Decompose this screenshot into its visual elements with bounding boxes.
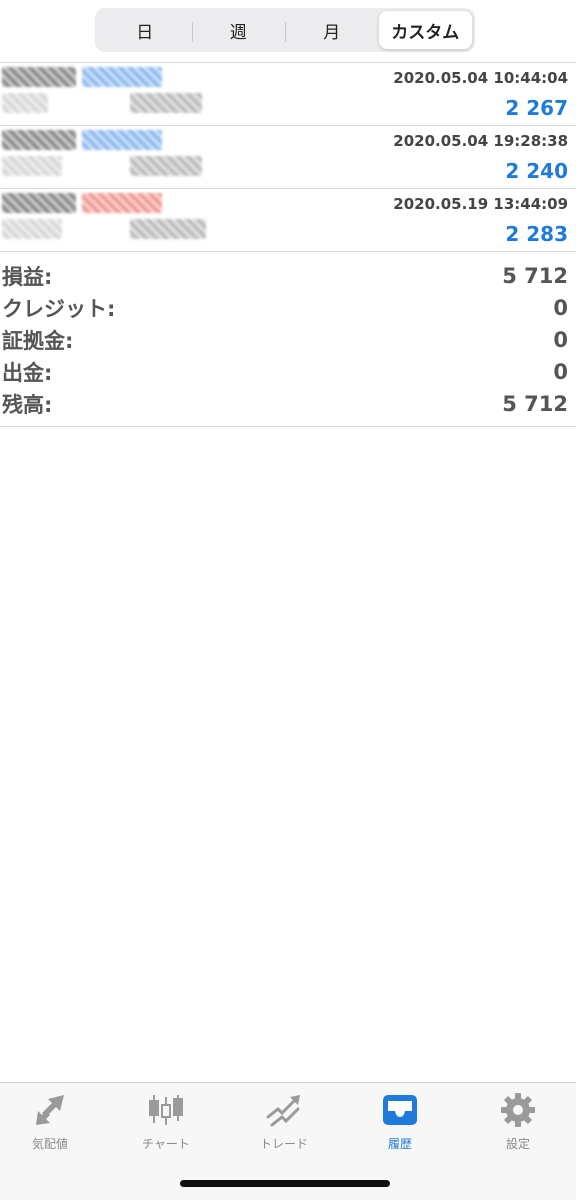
profit-value: 5 712 [502, 264, 568, 288]
redacted-deal-type [82, 67, 162, 87]
tab-chart[interactable]: チャート [118, 1091, 214, 1153]
tab-history[interactable]: 履歴 [352, 1091, 448, 1153]
tab-trade[interactable]: トレード [236, 1091, 332, 1153]
summary-row-profit: 損益: 5 712 [2, 260, 568, 292]
redacted-details [130, 219, 206, 239]
account-summary: 損益: 5 712 クレジット: 0 証拠金: 0 出金: 0 残高: 5 71… [0, 254, 576, 427]
tab-label: 設定 [505, 1137, 530, 1151]
credit-label: クレジット: [2, 297, 116, 321]
tab-label: チャート [142, 1137, 190, 1151]
redacted-deal-type [82, 130, 162, 150]
balance-label: 残高: [2, 393, 53, 417]
deal-amount: 2 283 [505, 222, 568, 246]
summary-row-margin: 証拠金: 0 [2, 324, 568, 356]
tab-quotes[interactable]: 気配値 [2, 1091, 98, 1153]
withdrawal-label: 出金: [2, 361, 53, 385]
redacted-symbol [2, 193, 76, 213]
balance-value: 5 712 [502, 392, 568, 416]
history-inbox-icon [383, 1095, 417, 1125]
summary-row-credit: クレジット: 0 [2, 292, 568, 324]
redacted-details [130, 156, 202, 176]
summary-row-balance: 残高: 5 712 [2, 388, 568, 420]
deal-amount: 2 267 [505, 96, 568, 120]
deal-time: 2020.05.19 13:44:09 [393, 195, 568, 213]
deal-row[interactable]: 2020.05.04 19:28:38 2 240 [0, 126, 576, 189]
trade-trend-icon [266, 1095, 300, 1127]
margin-value: 0 [553, 328, 568, 352]
quotes-arrows-icon [36, 1095, 64, 1125]
period-tab-week[interactable]: 週 [191, 11, 286, 49]
deal-row[interactable]: 2020.05.19 13:44:09 2 283 [0, 189, 576, 252]
credit-value: 0 [553, 296, 568, 320]
candlestick-icon [149, 1095, 183, 1125]
tab-label: トレード [259, 1137, 308, 1151]
withdrawal-value: 0 [553, 360, 568, 384]
deal-amount: 2 240 [505, 159, 568, 183]
period-tab-custom[interactable]: カスタム [378, 11, 472, 49]
tab-label: 履歴 [387, 1137, 412, 1151]
profit-label: 損益: [2, 265, 53, 289]
redacted-details [2, 93, 48, 113]
redacted-symbol [2, 67, 76, 87]
redacted-details [2, 219, 62, 239]
deal-time: 2020.05.04 10:44:04 [393, 69, 568, 87]
gear-icon [501, 1093, 535, 1127]
home-indicator[interactable] [180, 1180, 390, 1187]
margin-label: 証拠金: [2, 329, 74, 353]
deals-list: 2020.05.04 10:44:04 2 267 2020.05.04 19:… [0, 62, 576, 252]
redacted-deal-type [82, 193, 162, 213]
tab-label: 気配値 [31, 1137, 68, 1151]
summary-row-withdrawal: 出金: 0 [2, 356, 568, 388]
redacted-details [2, 156, 62, 176]
period-tab-day[interactable]: 日 [98, 11, 192, 49]
redacted-details [130, 93, 202, 113]
period-selector-bar: 日 週 月 カスタム [0, 0, 576, 60]
deal-row[interactable]: 2020.05.04 10:44:04 2 267 [0, 63, 576, 126]
period-segmented-control: 日 週 月 カスタム [95, 8, 475, 52]
redacted-symbol [2, 130, 76, 150]
period-tab-month[interactable]: 月 [285, 11, 379, 49]
deal-time: 2020.05.04 19:28:38 [393, 132, 568, 150]
tab-settings[interactable]: 設定 [470, 1091, 566, 1153]
